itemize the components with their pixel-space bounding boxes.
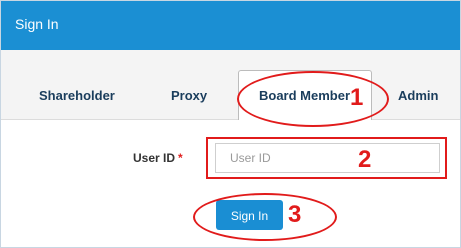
panel-title: Sign In xyxy=(15,16,59,32)
tab-admin[interactable]: Admin xyxy=(398,88,438,103)
user-id-input[interactable] xyxy=(215,143,440,173)
user-id-label: User ID xyxy=(133,151,176,165)
sign-in-panel: Sign In Shareholder Proxy Board Member A… xyxy=(0,0,461,248)
panel-header: Sign In xyxy=(1,1,460,50)
role-tab-bar: Shareholder Proxy Board Member Admin xyxy=(1,50,460,120)
sign-in-button[interactable]: Sign In xyxy=(216,200,283,230)
tab-board-member[interactable]: Board Member xyxy=(259,88,350,103)
tab-shareholder[interactable]: Shareholder xyxy=(39,88,115,103)
user-id-label-row: User ID * xyxy=(133,151,183,165)
required-asterisk: * xyxy=(178,151,183,165)
tab-proxy[interactable]: Proxy xyxy=(171,88,207,103)
